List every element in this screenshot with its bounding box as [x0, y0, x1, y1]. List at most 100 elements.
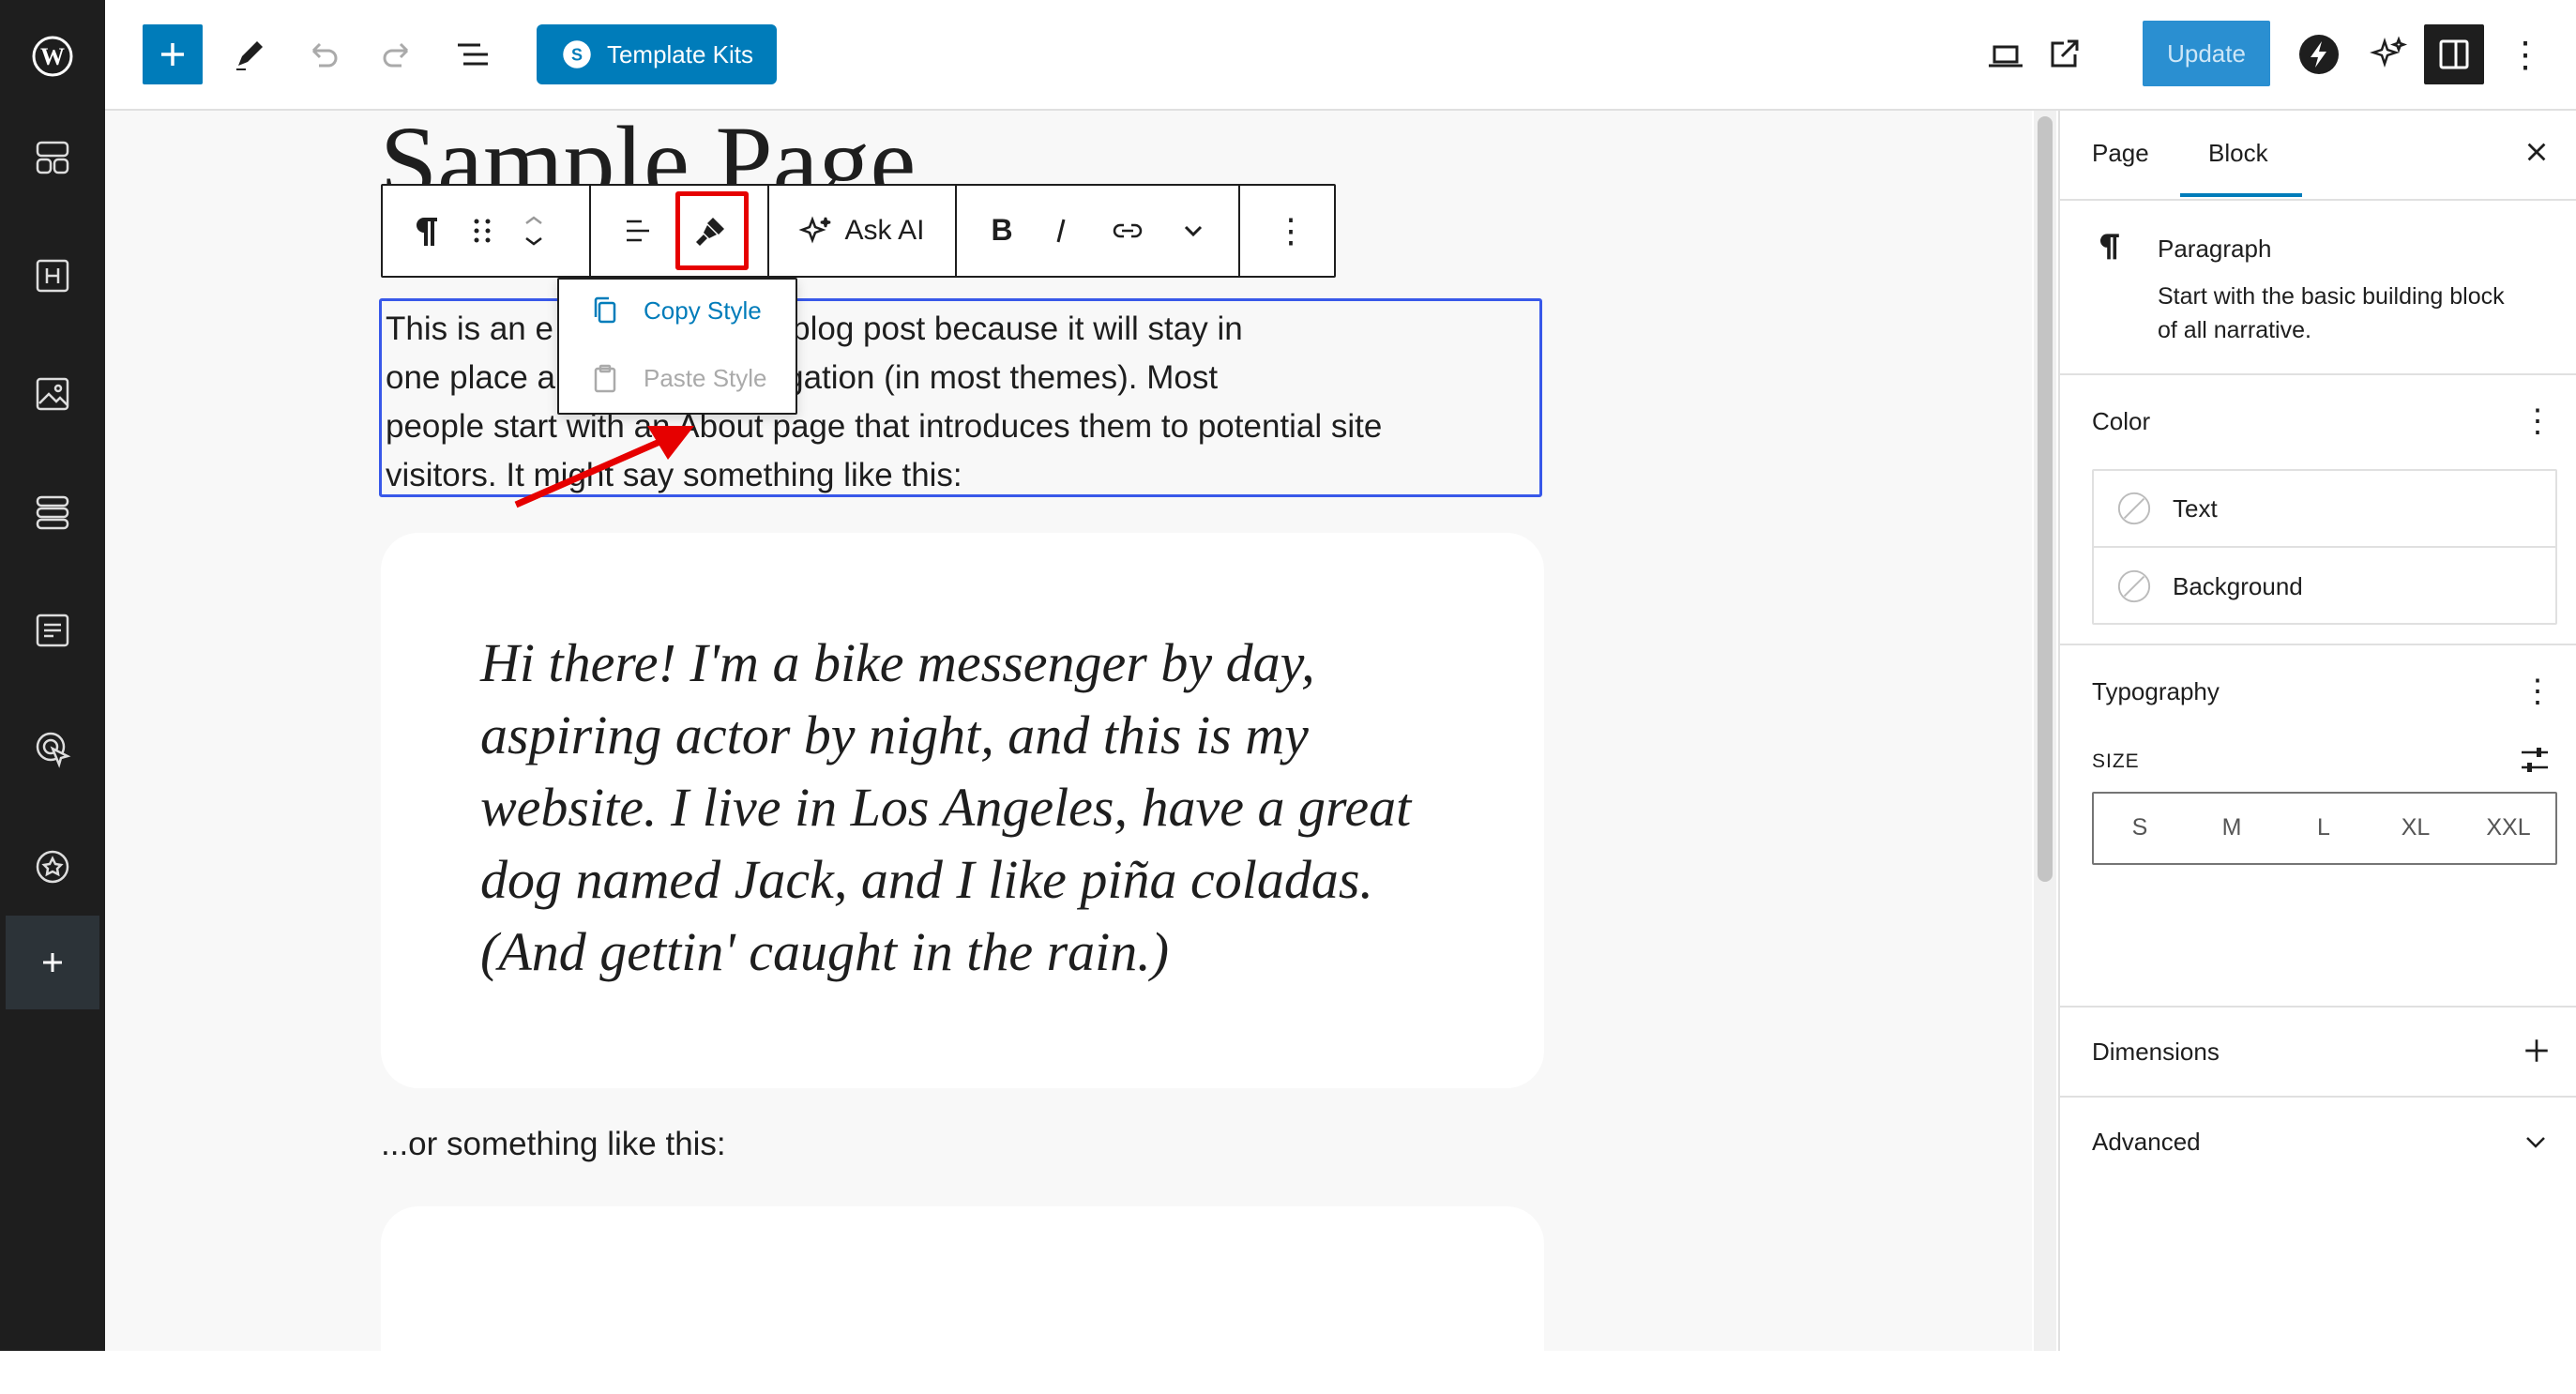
empty-swatch-icon [2117, 492, 2151, 525]
pilcrow-icon [417, 218, 437, 246]
header-icon[interactable] [0, 229, 105, 323]
background-color-item[interactable]: Background [2094, 548, 2555, 625]
dimensions-title: Dimensions [2092, 1038, 2220, 1066]
text-color-label: Text [2173, 493, 2218, 523]
color-title: Color [2092, 407, 2151, 435]
kits-logo-icon: S [563, 40, 591, 68]
paste-style-label: Paste Style [644, 363, 767, 392]
block-type-button[interactable] [396, 186, 456, 276]
quote-line: (And gettin' caught in the rain.) [480, 921, 1170, 982]
italic-icon [1056, 219, 1066, 243]
plus-icon[interactable] [2522, 1036, 2552, 1066]
drag-handle[interactable] [463, 186, 501, 276]
settings-toggle-button[interactable] [2424, 24, 2484, 84]
drag-handle-icon [474, 219, 491, 243]
quote-text: Hi there! I'm a bike messenger by day, a… [480, 627, 1456, 988]
wordpress-logo-icon[interactable]: W [0, 9, 105, 103]
advanced-section[interactable]: Advanced [2060, 1098, 2576, 1188]
templates-icon[interactable] [0, 111, 105, 205]
size-option-m[interactable]: M [2186, 794, 2278, 861]
color-options-button[interactable]: ⋮ [2522, 405, 2553, 437]
dimensions-section[interactable]: Dimensions [2060, 1008, 2576, 1098]
media-icon[interactable] [0, 347, 105, 441]
ask-ai-button[interactable]: Ask AI [777, 186, 946, 276]
or-paragraph[interactable]: ...or something like this: [381, 1126, 726, 1163]
more-vertical-icon: ⋮ [1274, 211, 1308, 250]
tab-block[interactable]: Block [2208, 139, 2268, 168]
block-options-button[interactable]: ⋮ [1253, 186, 1328, 276]
copy-icon [594, 296, 616, 324]
quote-card[interactable]: Hi there! I'm a bike messenger by day, a… [381, 533, 1544, 1088]
size-option-xl[interactable]: XL [2370, 794, 2462, 861]
chevron-down-icon [1184, 225, 1203, 237]
bold-button[interactable]: B [972, 186, 1032, 276]
quote-line: website. I live in Los Angeles, have a g… [480, 777, 1412, 838]
quote-line: Hi there! I'm a bike messenger by day, [480, 632, 1315, 693]
forms-icon[interactable] [0, 583, 105, 677]
clipboard-icon [594, 364, 616, 393]
bold-icon: B [991, 213, 1012, 247]
patterns-icon[interactable] [0, 465, 105, 559]
external-link-icon [2051, 39, 2079, 68]
undo-icon [311, 42, 338, 68]
paste-style-item[interactable]: Paste Style [589, 362, 767, 394]
quote-line: dog named Jack, and I like piña coladas. [480, 849, 1373, 910]
custom-size-icon[interactable] [2518, 743, 2552, 777]
highlight-box [675, 191, 749, 270]
plugin-button[interactable] [2293, 28, 2345, 81]
advanced-title: Advanced [2092, 1128, 2201, 1156]
copy-style-item[interactable]: Copy Style [589, 295, 762, 326]
color-section: Color ⋮ Text Background [2060, 375, 2576, 645]
typography-options-button[interactable]: ⋮ [2522, 675, 2553, 707]
close-panel-button[interactable] [2516, 131, 2557, 173]
ai-sparkles-icon [798, 216, 831, 244]
text-color-item[interactable]: Text [2094, 471, 2555, 548]
align-button[interactable] [608, 186, 668, 276]
add-icon[interactable] [6, 916, 99, 1009]
sidebar-toggle-icon [2439, 39, 2469, 69]
typography-section: Typography ⋮ SIZE S M L XL XXL [2060, 645, 2576, 1008]
more-formats-button[interactable] [1163, 186, 1223, 276]
copy-paste-style-button[interactable] [674, 186, 749, 276]
star-badge-icon[interactable] [0, 820, 105, 914]
move-up-down-buttons[interactable] [510, 186, 557, 276]
block-description: Start with the basic building block of a… [2158, 283, 2505, 343]
block-name: Paragraph [2158, 235, 2272, 263]
redo-button[interactable] [371, 28, 424, 81]
italic-button[interactable] [1032, 186, 1092, 276]
link-button[interactable] [1092, 186, 1163, 276]
update-label: Update [2167, 38, 2246, 68]
link-icon [1113, 223, 1143, 238]
options-menu-button[interactable]: ⋮ [2507, 28, 2544, 81]
undo-button[interactable] [296, 28, 349, 81]
red-arrow-annotation [514, 426, 694, 508]
pencil-icon [236, 41, 263, 70]
tab-page[interactable]: Page [2092, 139, 2149, 168]
laptop-icon [1989, 45, 2023, 68]
size-option-s[interactable]: S [2094, 794, 2186, 861]
ai-button[interactable] [2362, 28, 2415, 81]
settings-sidebar: Page Block Paragraph Start with the basi… [2058, 111, 2576, 1351]
tools-button[interactable] [223, 28, 276, 81]
template-kits-label: Template Kits [606, 39, 754, 68]
block-inserter-button[interactable] [143, 24, 203, 84]
chevron-down-icon[interactable] [2522, 1128, 2550, 1156]
size-option-xxl[interactable]: XXL [2462, 794, 2555, 861]
view-page-button[interactable] [2038, 28, 2090, 81]
list-view-icon [458, 43, 488, 66]
device-preview-button[interactable] [1979, 30, 2032, 83]
document-overview-button[interactable] [447, 28, 499, 81]
scrollbar-thumb[interactable] [2038, 116, 2053, 882]
update-button[interactable]: Update [2143, 21, 2270, 86]
background-color-label: Background [2173, 571, 2303, 600]
redo-icon [383, 42, 409, 68]
svg-text:W: W [40, 43, 65, 70]
typography-title: Typography [2092, 677, 2220, 705]
cursor-icon[interactable] [0, 702, 105, 795]
quote-line: aspiring actor by night, and this is my [480, 705, 1309, 765]
size-option-l[interactable]: L [2278, 794, 2370, 861]
align-left-icon [627, 220, 649, 242]
copy-style-label: Copy Style [644, 295, 762, 325]
second-quote-card[interactable] [381, 1206, 1544, 1394]
template-kits-button[interactable]: S Template Kits [537, 24, 777, 84]
